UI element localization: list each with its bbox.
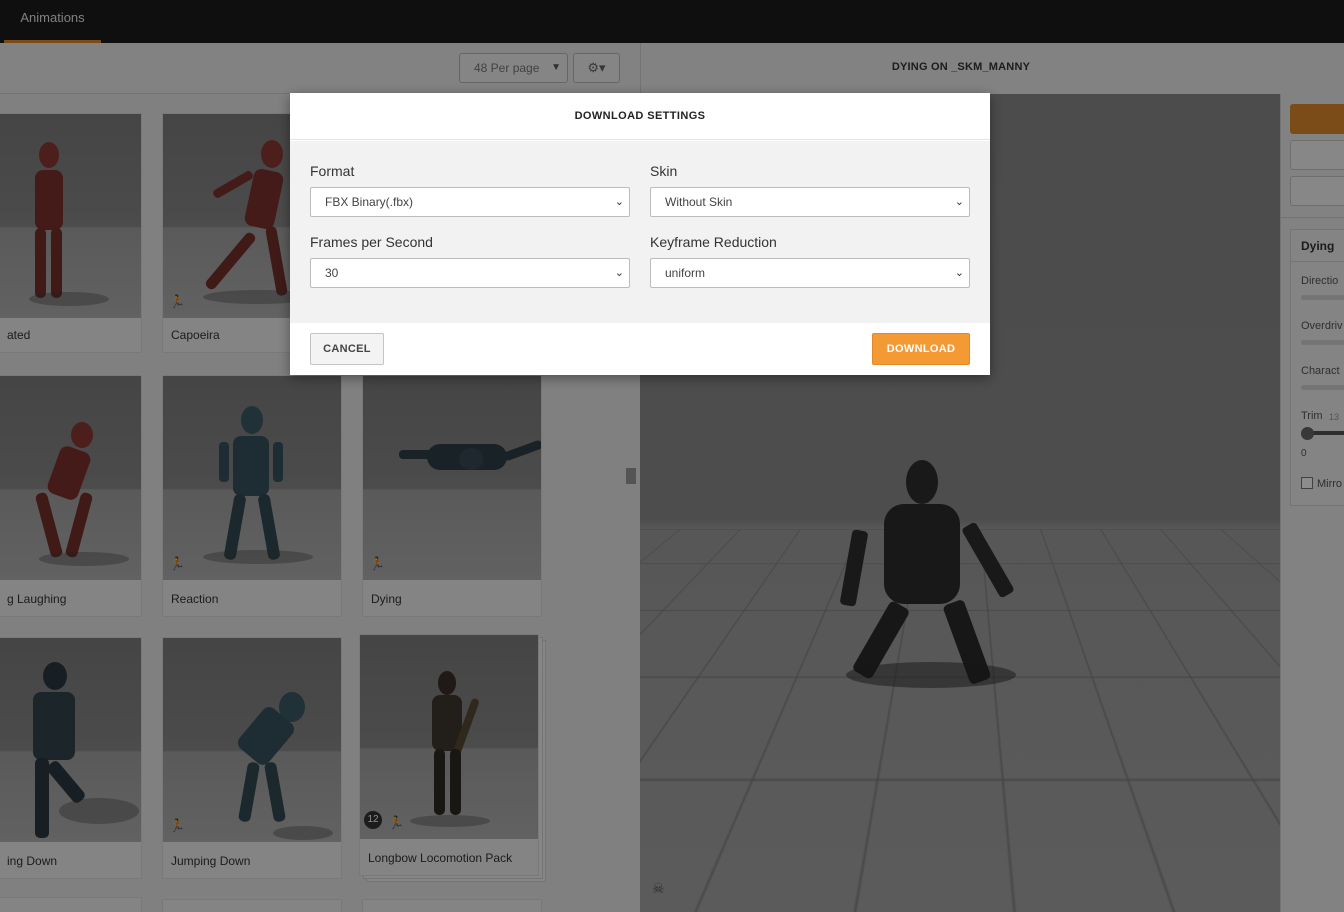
dialog-footer: CANCEL DOWNLOAD [290,323,990,375]
download-button[interactable]: DOWNLOAD [872,333,970,365]
keyframe-reduction-select[interactable]: uniform ⌄ [650,258,970,288]
chevron-down-icon: ⌄ [954,267,964,279]
dialog-body: Format FBX Binary(.fbx) ⌄ Skin Without S… [290,141,990,323]
fps-select[interactable]: 30 ⌄ [310,258,630,288]
format-value: FBX Binary(.fbx) [325,195,414,209]
chevron-down-icon: ⌄ [954,196,964,208]
cancel-button[interactable]: CANCEL [310,333,384,365]
keyframe-reduction-label: Keyframe Reduction [650,234,777,250]
skin-select[interactable]: Without Skin ⌄ [650,187,970,217]
format-label: Format [310,163,355,179]
skin-label: Skin [650,163,678,179]
keyframe-reduction-value: uniform [665,266,706,280]
skin-value: Without Skin [665,195,733,209]
fps-value: 30 [325,266,339,280]
chevron-down-icon: ⌄ [614,196,624,208]
format-select[interactable]: FBX Binary(.fbx) ⌄ [310,187,630,217]
fps-label: Frames per Second [310,234,433,250]
download-settings-dialog: DOWNLOAD SETTINGS Format FBX Binary(.fbx… [290,93,990,375]
dialog-title: DOWNLOAD SETTINGS [290,93,990,140]
chevron-down-icon: ⌄ [614,267,624,279]
